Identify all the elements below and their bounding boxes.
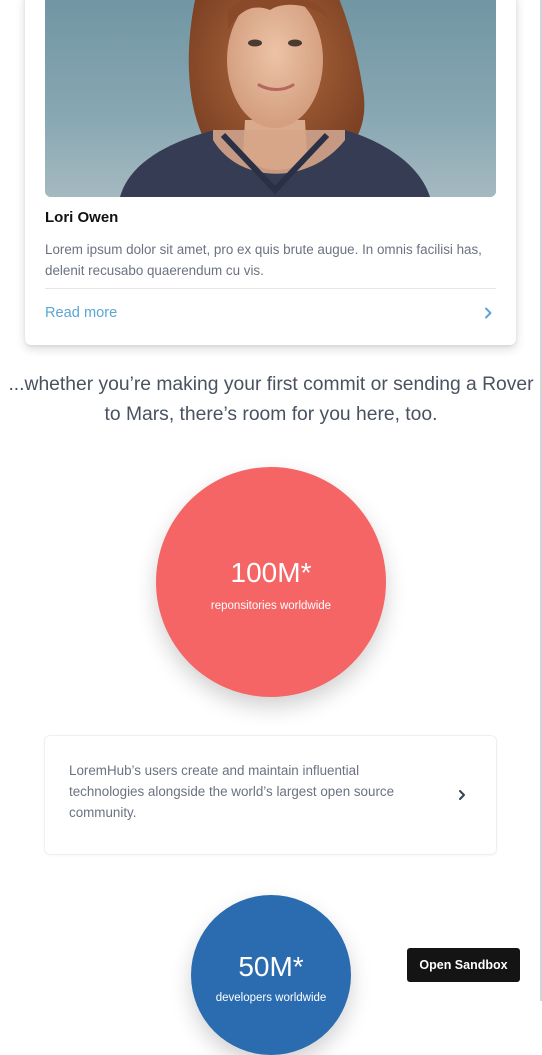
stat-circle-developers: 50M* developers worldwide — [191, 895, 351, 1055]
stat-label: developers worldwide — [215, 992, 327, 1004]
card-title: Lori Owen — [45, 209, 119, 226]
chevron-right-icon — [480, 305, 496, 321]
info-card-text: LoremHub’s users create and maintain inf… — [69, 763, 395, 820]
stat-value: 100M* — [230, 557, 312, 588]
read-more-link[interactable]: Read more — [45, 298, 496, 328]
chevron-right-icon — [455, 787, 469, 803]
stat-circle-repositories: 100M* reponsitories worldwide — [156, 467, 386, 697]
profile-card: Lori Owen Lorem ipsum dolor sit amet, pr… — [25, 0, 516, 345]
card-description: Lorem ipsum dolor sit amet, pro ex quis … — [45, 242, 482, 278]
open-sandbox-button[interactable]: Open Sandbox — [407, 948, 520, 982]
info-card[interactable]: LoremHub’s users create and maintain inf… — [44, 735, 497, 855]
card-divider — [45, 288, 496, 289]
stat-label: reponsitories worldwide — [210, 600, 332, 612]
stat-value: 50M* — [238, 951, 304, 982]
read-more-label: Read more — [45, 305, 118, 321]
portrait-photo — [45, 0, 496, 197]
tagline: ...whether you’re making your first comm… — [8, 374, 534, 425]
